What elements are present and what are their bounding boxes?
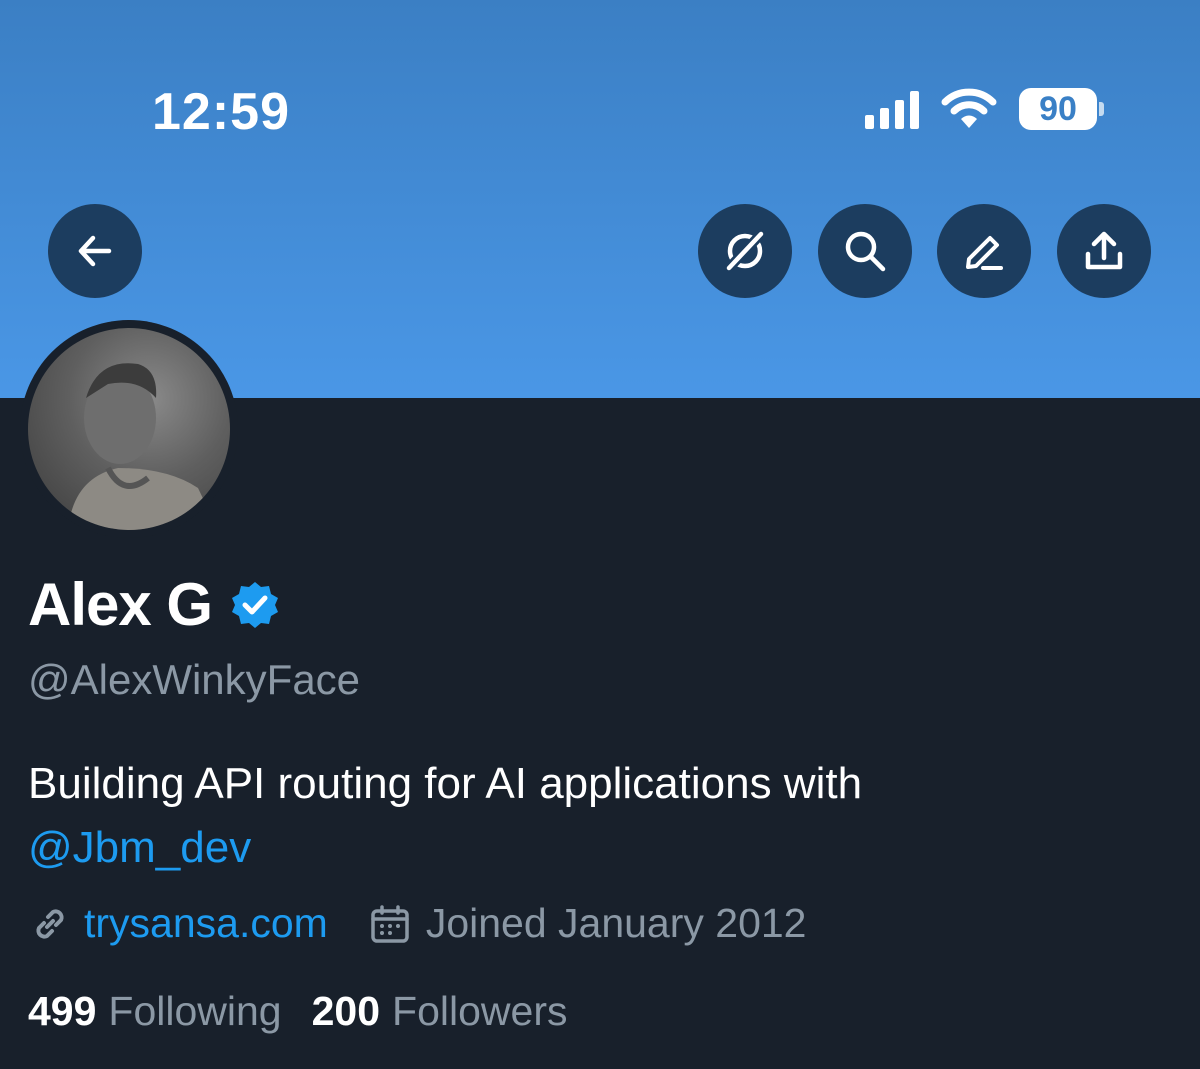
followers-label[interactable]: Followers — [392, 988, 567, 1035]
cellular-signal-icon — [865, 89, 919, 129]
link-icon — [36, 908, 64, 939]
avatar[interactable] — [20, 320, 238, 538]
following-label[interactable]: Following — [108, 988, 281, 1035]
share-button[interactable] — [1057, 204, 1151, 298]
calendar-icon — [371, 904, 409, 943]
back-button[interactable] — [48, 204, 142, 298]
followers-count[interactable]: 200 — [312, 988, 380, 1035]
grok-icon — [724, 229, 766, 273]
bio-text: Building API routing for AI applications… — [28, 759, 863, 808]
verified-badge-icon — [232, 581, 279, 628]
edit-button[interactable] — [937, 204, 1031, 298]
battery-level: 90 — [1019, 88, 1097, 130]
edit-icon — [966, 236, 1003, 270]
profile-meta: trysansa.com Joined January 2012 — [28, 900, 806, 947]
bio-mention-link[interactable]: @Jbm_dev — [28, 816, 1168, 880]
battery-icon: 90 — [1019, 88, 1104, 130]
follow-stats: 499 Following 200 Followers — [28, 988, 567, 1035]
avatar-photo — [28, 328, 230, 530]
handle: @AlexWinkyFace — [28, 656, 361, 703]
wifi-icon — [941, 88, 997, 128]
battery-tip — [1099, 102, 1104, 116]
bio: Building API routing for AI applications… — [28, 752, 1168, 880]
search-icon — [845, 231, 886, 272]
name-row: Alex G — [28, 570, 280, 639]
following-count[interactable]: 499 — [28, 988, 96, 1035]
back-arrow-icon — [78, 235, 112, 267]
grok-button[interactable] — [698, 204, 792, 298]
website-link[interactable]: trysansa.com — [84, 900, 328, 947]
search-button[interactable] — [818, 204, 912, 298]
joined-date: Joined January 2012 — [425, 900, 807, 946]
status-time: 12:59 — [152, 83, 290, 141]
profile-screen: 12:59 90 Alex G @AlexWinkyFace Building … — [0, 0, 1200, 1069]
share-icon — [1085, 231, 1123, 270]
display-name: Alex G — [28, 571, 213, 638]
status-icons: 90 — [865, 86, 1104, 132]
